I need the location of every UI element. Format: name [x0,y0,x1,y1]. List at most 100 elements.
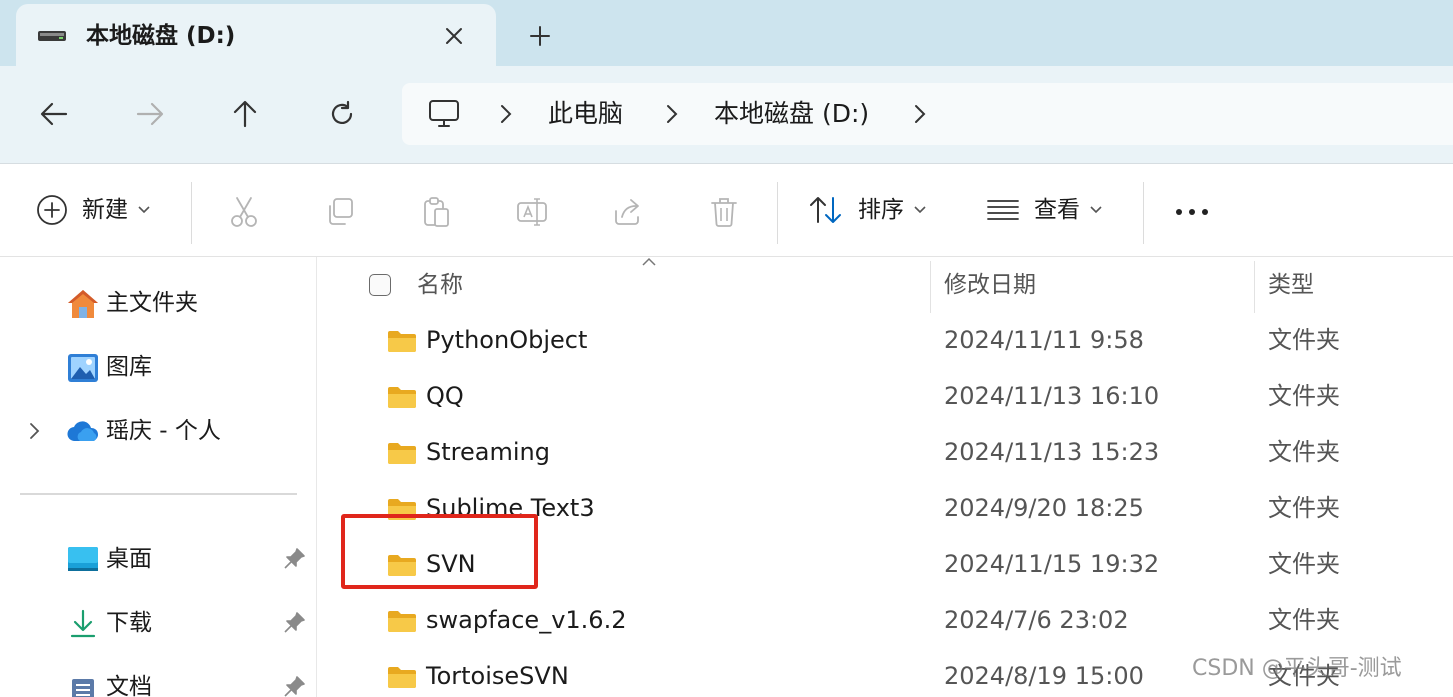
back-button[interactable] [34,94,74,134]
chevron-right-icon[interactable] [910,103,930,125]
more-dots-icon [1176,209,1208,215]
sidebar-item-downloads[interactable]: 下载 [0,597,316,649]
folder-icon [388,499,416,520]
file-modified-date: 2024/11/11 9:58 [944,326,1144,354]
file-type: 文件夹 [1268,494,1340,522]
arrow-left-icon [40,102,68,126]
folder-icon [388,443,416,464]
rename-button[interactable] [512,192,552,232]
tab-local-disk-d[interactable]: 本地磁盘 (D:) [16,4,496,66]
file-name: Sublime Text3 [426,494,595,522]
scissors-icon [231,197,257,227]
rename-icon [517,198,547,226]
toolbar-divider [777,182,778,244]
chevron-right-icon[interactable] [26,421,44,441]
folder-icon [388,611,416,632]
refresh-icon [331,100,353,125]
file-explorer-window: 本地磁盘 (D:) 此电脑 本地磁盘 (D:) 新建 排序 查看 主文件夹 图库… [0,0,1453,697]
column-resize-handle[interactable] [930,261,931,313]
column-header-modified[interactable]: 修改日期 [944,269,1036,301]
copy-icon [329,198,353,225]
file-name: PythonObject [426,326,588,354]
file-row[interactable]: SVN 2024/11/15 19:32 文件夹 [317,539,1453,595]
arrow-up-icon [233,100,257,128]
view-button[interactable]: 查看 [986,188,1102,232]
plus-circle-icon [37,195,67,225]
refresh-button[interactable] [322,94,362,134]
view-button-label: 查看 [1034,197,1080,223]
pin-icon[interactable] [282,675,306,697]
cut-button[interactable] [224,192,264,232]
toolbar-divider [191,182,192,244]
sidebar-item-desktop[interactable]: 桌面 [0,533,316,585]
select-all-checkbox[interactable] [369,274,391,296]
column-header-type[interactable]: 类型 [1268,269,1314,301]
delete-button[interactable] [704,192,744,232]
sidebar-item-documents[interactable]: 文档 [0,661,316,697]
file-modified-date: 2024/8/19 15:00 [944,662,1144,690]
up-button[interactable] [225,94,265,134]
plus-icon [530,26,550,46]
file-type: 文件夹 [1268,550,1340,578]
copy-button[interactable] [320,192,360,232]
navigation-bar: 此电脑 本地磁盘 (D:) [0,66,1453,164]
forward-button[interactable] [130,94,170,134]
sidebar-item-label: 桌面 [106,546,152,572]
folder-icon [388,387,416,408]
close-tab-button[interactable] [436,18,472,54]
file-modified-date: 2024/11/15 19:32 [944,550,1160,578]
file-name: SVN [426,550,476,578]
sidebar-item-label: 文档 [106,674,152,697]
file-row[interactable]: Streaming 2024/11/13 15:23 文件夹 [317,427,1453,483]
file-row[interactable]: QQ 2024/11/13 16:10 文件夹 [317,371,1453,427]
more-options-button[interactable] [1172,192,1212,232]
folder-icon [388,331,416,352]
folder-icon [388,555,416,576]
file-name: TortoiseSVN [426,662,569,690]
sort-button[interactable]: 排序 [808,188,926,232]
file-type: 文件夹 [1268,326,1340,354]
list-view-icon [987,200,1019,220]
breadcrumb-this-pc[interactable]: 此电脑 [548,97,623,131]
file-row[interactable]: swapface_v1.6.2 2024/7/6 23:02 文件夹 [317,595,1453,651]
pin-icon[interactable] [282,611,306,635]
sidebar-item-home[interactable]: 主文件夹 [0,277,316,329]
drive-icon [38,31,66,41]
folder-icon [388,667,416,688]
file-name: swapface_v1.6.2 [426,606,627,634]
computer-icon [429,100,459,127]
file-row[interactable]: PythonObject 2024/11/11 9:58 文件夹 [317,315,1453,371]
share-button[interactable] [608,192,648,232]
new-tab-button[interactable] [520,16,560,56]
desktop-icon [68,547,98,571]
close-icon [446,28,462,44]
sort-button-label: 排序 [858,197,904,223]
file-modified-date: 2024/7/6 23:02 [944,606,1129,634]
breadcrumb-local-disk[interactable]: 本地磁盘 (D:) [714,97,869,131]
new-button-label: 新建 [82,197,128,223]
file-type: 文件夹 [1268,382,1340,410]
chevron-down-icon [138,206,150,214]
new-button[interactable]: 新建 [36,188,150,232]
column-header-name[interactable]: 名称 [417,269,463,301]
column-resize-handle[interactable] [1254,261,1255,313]
paste-button[interactable] [416,192,456,232]
file-row[interactable]: Sublime Text3 2024/9/20 18:25 文件夹 [317,483,1453,539]
address-bar[interactable]: 此电脑 本地磁盘 (D:) [402,83,1453,145]
watermark: CSDN @平头哥-测试 [1192,656,1402,681]
sidebar-item-onedrive[interactable]: 瑶庆 - 个人 [0,405,316,457]
sidebar-divider [20,493,297,495]
sidebar-item-label: 主文件夹 [106,290,198,316]
file-list: 名称 修改日期 类型 PythonObject 2024/11/11 9:58 文件… [317,257,1453,697]
navigation-pane: 主文件夹 图库 瑶庆 - 个人 桌面 下载 文档 [0,257,317,697]
file-modified-date: 2024/9/20 18:25 [944,494,1144,522]
file-type: 文件夹 [1268,606,1340,634]
tab-strip: 本地磁盘 (D:) [0,0,1453,66]
pin-icon[interactable] [282,547,306,571]
sidebar-item-label: 下载 [106,610,152,636]
chevron-down-icon [1090,206,1102,214]
sidebar-item-label: 图库 [106,354,152,380]
file-type: 文件夹 [1268,438,1340,466]
gallery-icon [68,354,98,382]
sidebar-item-gallery[interactable]: 图库 [0,341,316,393]
